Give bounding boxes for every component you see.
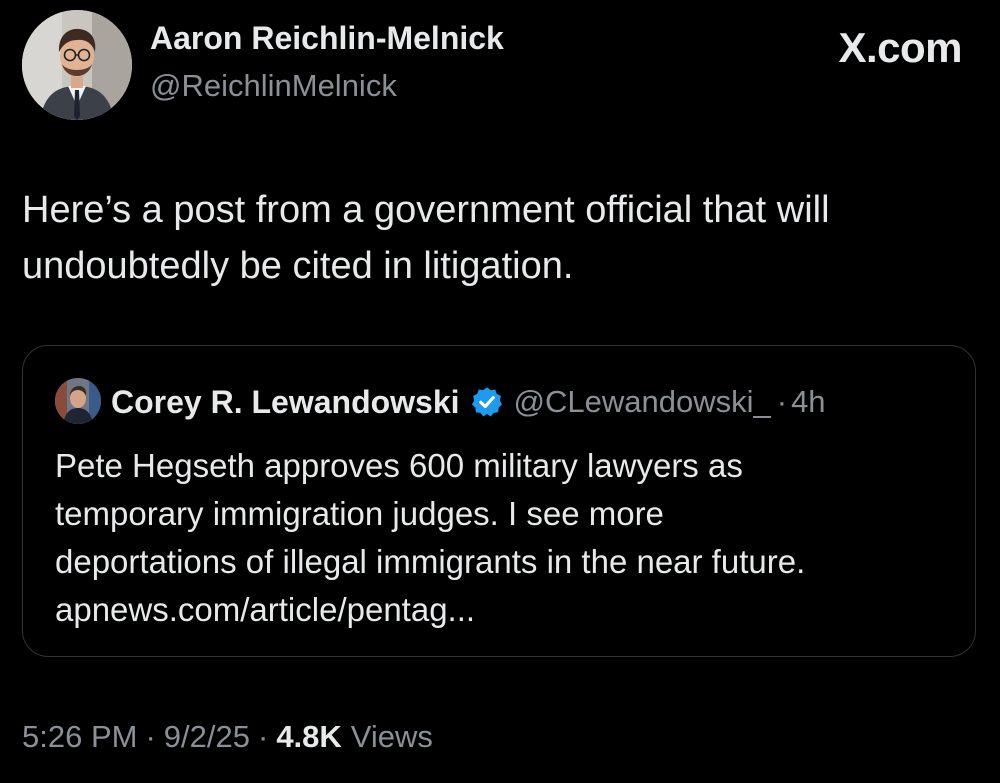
- quoted-author-avatar[interactable]: [55, 378, 101, 424]
- views-count[interactable]: 4.8K: [276, 719, 341, 755]
- post-text: Here’s a post from a government official…: [22, 189, 830, 287]
- author-handle[interactable]: @ReichlinMelnick: [150, 68, 397, 104]
- author-avatar-image: [22, 10, 132, 120]
- views-label: Views: [350, 719, 433, 754]
- quoted-post-header: Corey R. Lewandowski @CLewandowski_ · 4h: [111, 380, 826, 424]
- quoted-avatar-image: [55, 378, 101, 424]
- metadata-separator: ·: [145, 719, 156, 754]
- author-name[interactable]: Aaron Reichlin-Melnick: [150, 20, 504, 57]
- quoted-post-time[interactable]: 4h: [791, 384, 825, 420]
- post-time[interactable]: 5:26 PM: [22, 719, 137, 755]
- verified-badge-icon: [470, 385, 504, 419]
- quoted-separator: ·: [776, 384, 788, 419]
- author-avatar[interactable]: [22, 10, 132, 120]
- post-date[interactable]: 9/2/25: [164, 719, 250, 755]
- post-metadata: 5:26 PM · 9/2/25 · 4.8K Views: [22, 715, 433, 759]
- quoted-post-text: Pete Hegseth approves 600 military lawye…: [55, 447, 806, 628]
- quoted-author-handle[interactable]: @CLewandowski_: [514, 384, 771, 420]
- brand-watermark: X.com: [838, 24, 962, 71]
- quoted-author-name[interactable]: Corey R. Lewandowski: [111, 384, 460, 421]
- metadata-separator: ·: [257, 719, 269, 754]
- quoted-post-card[interactable]: Corey R. Lewandowski @CLewandowski_ · 4h…: [22, 345, 976, 657]
